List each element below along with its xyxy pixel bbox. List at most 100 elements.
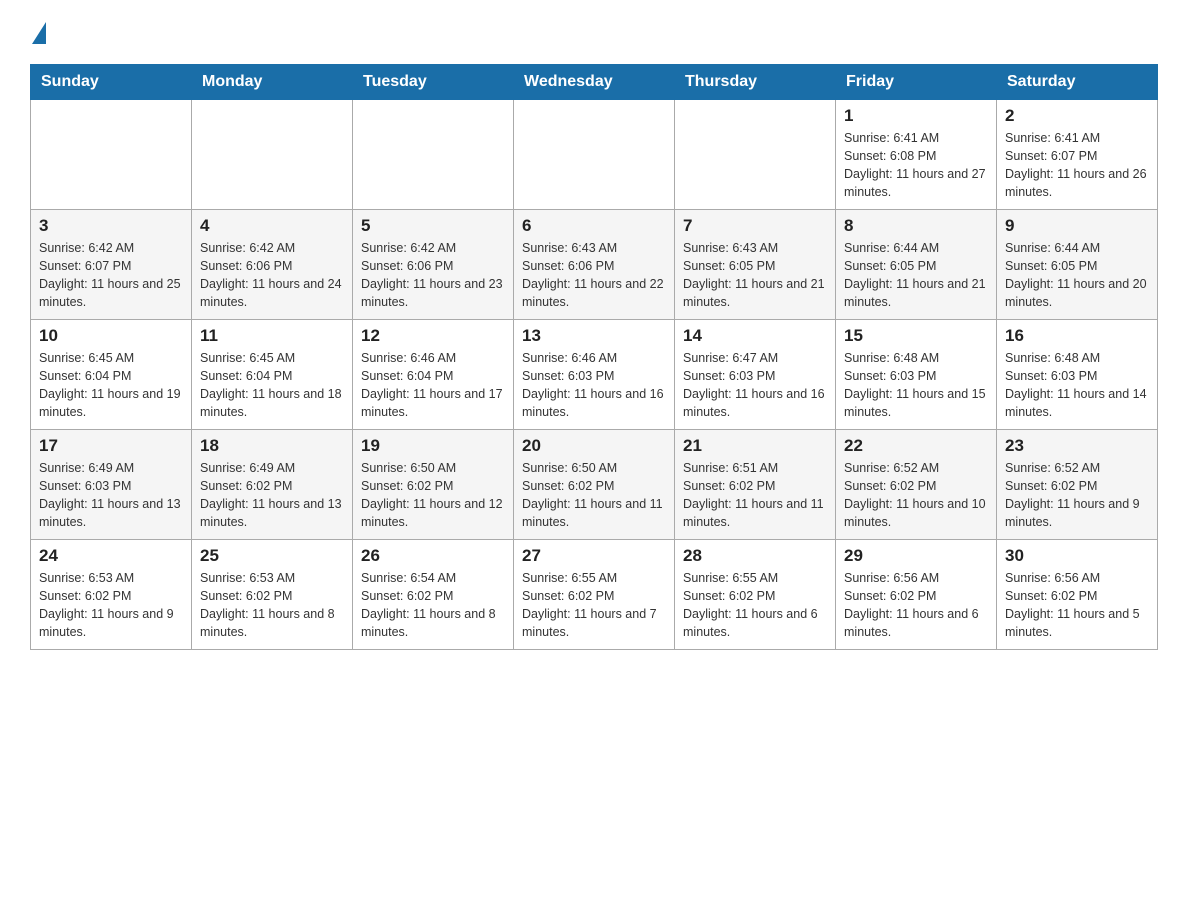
day-number: 17	[39, 436, 183, 456]
calendar-cell: 8 Sunrise: 6:44 AM Sunset: 6:05 PM Daylig…	[836, 210, 997, 320]
day-info: Sunrise: 6:53 AM Sunset: 6:02 PM Dayligh…	[200, 569, 344, 642]
weekday-header-thursday: Thursday	[675, 65, 836, 100]
day-number: 5	[361, 216, 505, 236]
calendar-cell	[514, 100, 675, 210]
day-number: 29	[844, 546, 988, 566]
day-number: 14	[683, 326, 827, 346]
day-info: Sunrise: 6:55 AM Sunset: 6:02 PM Dayligh…	[522, 569, 666, 642]
calendar-cell: 29 Sunrise: 6:56 AM Sunset: 6:02 PM Dayli…	[836, 540, 997, 650]
day-number: 7	[683, 216, 827, 236]
day-info: Sunrise: 6:56 AM Sunset: 6:02 PM Dayligh…	[1005, 569, 1149, 642]
day-info: Sunrise: 6:51 AM Sunset: 6:02 PM Dayligh…	[683, 459, 827, 532]
page-header	[30, 20, 1158, 44]
calendar-cell: 10Sunrise: 6:45 AM Sunset: 6:04 PM Dayli…	[31, 320, 192, 430]
calendar-cell: 30 Sunrise: 6:56 AM Sunset: 6:02 PM Dayli…	[997, 540, 1158, 650]
day-number: 3	[39, 216, 183, 236]
calendar-cell: 12 Sunrise: 6:46 AM Sunset: 6:04 PM Dayli…	[353, 320, 514, 430]
calendar-week-row: 1 Sunrise: 6:41 AM Sunset: 6:08 PM Daylig…	[31, 100, 1158, 210]
day-number: 13	[522, 326, 666, 346]
day-number: 22	[844, 436, 988, 456]
calendar-cell: 15Sunrise: 6:48 AM Sunset: 6:03 PM Dayli…	[836, 320, 997, 430]
day-info: Sunrise: 6:53 AM Sunset: 6:02 PM Dayligh…	[39, 569, 183, 642]
day-info: Sunrise: 6:54 AM Sunset: 6:02 PM Dayligh…	[361, 569, 505, 642]
day-info: Sunrise: 6:49 AM Sunset: 6:02 PM Dayligh…	[200, 459, 344, 532]
day-number: 16	[1005, 326, 1149, 346]
calendar-week-row: 17 Sunrise: 6:49 AM Sunset: 6:03 PM Dayli…	[31, 430, 1158, 540]
calendar-cell: 6 Sunrise: 6:43 AM Sunset: 6:06 PM Daylig…	[514, 210, 675, 320]
day-number: 24	[39, 546, 183, 566]
day-number: 15	[844, 326, 988, 346]
calendar-cell: 2 Sunrise: 6:41 AM Sunset: 6:07 PM Daylig…	[997, 100, 1158, 210]
day-number: 21	[683, 436, 827, 456]
day-info: Sunrise: 6:43 AM Sunset: 6:06 PM Dayligh…	[522, 239, 666, 312]
day-number: 12	[361, 326, 505, 346]
day-info: Sunrise: 6:45 AM Sunset: 6:04 PM Dayligh…	[200, 349, 344, 422]
logo-triangle-icon	[32, 22, 46, 44]
day-info: Sunrise: 6:46 AM Sunset: 6:03 PM Dayligh…	[522, 349, 666, 422]
calendar-week-row: 3 Sunrise: 6:42 AM Sunset: 6:07 PM Daylig…	[31, 210, 1158, 320]
calendar-cell	[31, 100, 192, 210]
day-info: Sunrise: 6:44 AM Sunset: 6:05 PM Dayligh…	[1005, 239, 1149, 312]
day-info: Sunrise: 6:43 AM Sunset: 6:05 PM Dayligh…	[683, 239, 827, 312]
calendar-cell: 19 Sunrise: 6:50 AM Sunset: 6:02 PM Dayli…	[353, 430, 514, 540]
calendar-cell: 7 Sunrise: 6:43 AM Sunset: 6:05 PM Daylig…	[675, 210, 836, 320]
calendar-cell: 5Sunrise: 6:42 AM Sunset: 6:06 PM Daylig…	[353, 210, 514, 320]
day-info: Sunrise: 6:44 AM Sunset: 6:05 PM Dayligh…	[844, 239, 988, 312]
calendar-week-row: 24 Sunrise: 6:53 AM Sunset: 6:02 PM Dayli…	[31, 540, 1158, 650]
day-info: Sunrise: 6:55 AM Sunset: 6:02 PM Dayligh…	[683, 569, 827, 642]
calendar-cell: 18Sunrise: 6:49 AM Sunset: 6:02 PM Dayli…	[192, 430, 353, 540]
calendar-cell: 1 Sunrise: 6:41 AM Sunset: 6:08 PM Daylig…	[836, 100, 997, 210]
day-info: Sunrise: 6:52 AM Sunset: 6:02 PM Dayligh…	[1005, 459, 1149, 532]
calendar-cell: 22 Sunrise: 6:52 AM Sunset: 6:02 PM Dayli…	[836, 430, 997, 540]
day-info: Sunrise: 6:42 AM Sunset: 6:07 PM Dayligh…	[39, 239, 183, 312]
day-number: 1	[844, 106, 988, 126]
calendar-cell: 27 Sunrise: 6:55 AM Sunset: 6:02 PM Dayli…	[514, 540, 675, 650]
day-number: 4	[200, 216, 344, 236]
day-info: Sunrise: 6:47 AM Sunset: 6:03 PM Dayligh…	[683, 349, 827, 422]
day-number: 26	[361, 546, 505, 566]
weekday-header-wednesday: Wednesday	[514, 65, 675, 100]
day-number: 19	[361, 436, 505, 456]
calendar-cell: 24 Sunrise: 6:53 AM Sunset: 6:02 PM Dayli…	[31, 540, 192, 650]
weekday-header-row: SundayMondayTuesdayWednesdayThursdayFrid…	[31, 65, 1158, 100]
day-info: Sunrise: 6:49 AM Sunset: 6:03 PM Dayligh…	[39, 459, 183, 532]
calendar-cell: 20 Sunrise: 6:50 AM Sunset: 6:02 PM Dayli…	[514, 430, 675, 540]
calendar-cell: 3 Sunrise: 6:42 AM Sunset: 6:07 PM Daylig…	[31, 210, 192, 320]
day-info: Sunrise: 6:56 AM Sunset: 6:02 PM Dayligh…	[844, 569, 988, 642]
weekday-header-monday: Monday	[192, 65, 353, 100]
day-info: Sunrise: 6:41 AM Sunset: 6:08 PM Dayligh…	[844, 129, 988, 202]
day-info: Sunrise: 6:52 AM Sunset: 6:02 PM Dayligh…	[844, 459, 988, 532]
calendar-cell: 16 Sunrise: 6:48 AM Sunset: 6:03 PM Dayli…	[997, 320, 1158, 430]
calendar-cell: 28 Sunrise: 6:55 AM Sunset: 6:02 PM Dayli…	[675, 540, 836, 650]
calendar-cell	[353, 100, 514, 210]
day-info: Sunrise: 6:50 AM Sunset: 6:02 PM Dayligh…	[522, 459, 666, 532]
calendar-cell: 25 Sunrise: 6:53 AM Sunset: 6:02 PM Dayli…	[192, 540, 353, 650]
calendar-cell: 17 Sunrise: 6:49 AM Sunset: 6:03 PM Dayli…	[31, 430, 192, 540]
day-number: 25	[200, 546, 344, 566]
day-number: 6	[522, 216, 666, 236]
day-number: 11	[200, 326, 344, 346]
calendar-cell	[192, 100, 353, 210]
day-number: 28	[683, 546, 827, 566]
day-number: 9	[1005, 216, 1149, 236]
day-number: 27	[522, 546, 666, 566]
calendar-table: SundayMondayTuesdayWednesdayThursdayFrid…	[30, 64, 1158, 650]
calendar-cell: 11 Sunrise: 6:45 AM Sunset: 6:04 PM Dayli…	[192, 320, 353, 430]
day-number: 8	[844, 216, 988, 236]
day-number: 23	[1005, 436, 1149, 456]
day-info: Sunrise: 6:41 AM Sunset: 6:07 PM Dayligh…	[1005, 129, 1149, 202]
weekday-header-friday: Friday	[836, 65, 997, 100]
calendar-cell: 4 Sunrise: 6:42 AM Sunset: 6:06 PM Daylig…	[192, 210, 353, 320]
day-number: 20	[522, 436, 666, 456]
day-info: Sunrise: 6:50 AM Sunset: 6:02 PM Dayligh…	[361, 459, 505, 532]
day-info: Sunrise: 6:42 AM Sunset: 6:06 PM Dayligh…	[200, 239, 344, 312]
calendar-cell: 21 Sunrise: 6:51 AM Sunset: 6:02 PM Dayli…	[675, 430, 836, 540]
calendar-week-row: 10Sunrise: 6:45 AM Sunset: 6:04 PM Dayli…	[31, 320, 1158, 430]
day-info: Sunrise: 6:45 AM Sunset: 6:04 PM Dayligh…	[39, 349, 183, 422]
day-info: Sunrise: 6:48 AM Sunset: 6:03 PM Dayligh…	[1005, 349, 1149, 422]
calendar-cell: 26 Sunrise: 6:54 AM Sunset: 6:02 PM Dayli…	[353, 540, 514, 650]
day-number: 30	[1005, 546, 1149, 566]
logo	[30, 20, 46, 44]
day-info: Sunrise: 6:46 AM Sunset: 6:04 PM Dayligh…	[361, 349, 505, 422]
day-number: 2	[1005, 106, 1149, 126]
